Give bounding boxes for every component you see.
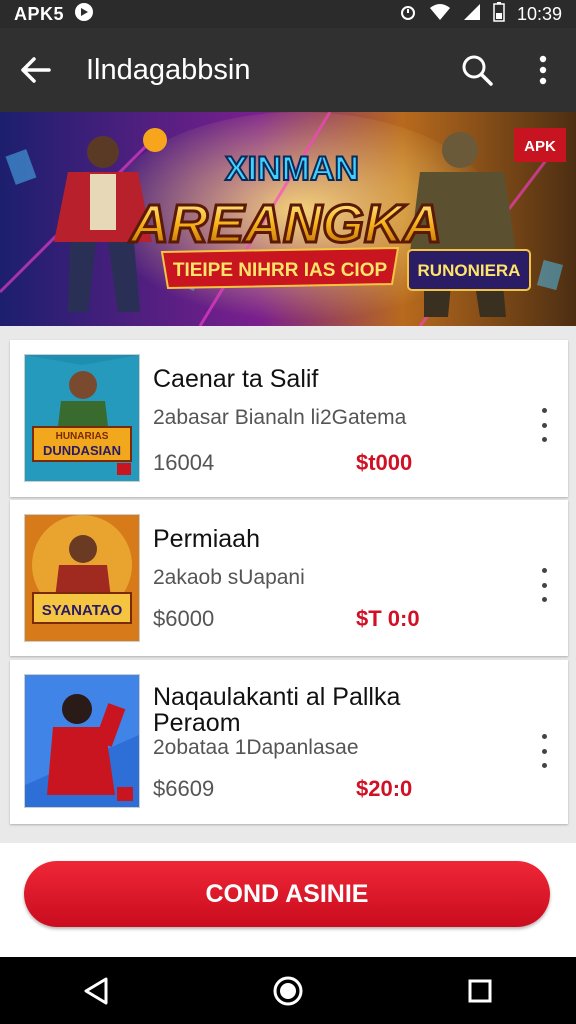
item-subtitle: 2akaob sUapani (153, 566, 305, 589)
item-thumbnail: HUNARIAS DUNDASIAN (24, 354, 140, 482)
promo-banner[interactable]: APK XINMAN AREANGKA TIEIPE NIHRR IAS CIO… (0, 112, 576, 326)
signal-icon (463, 3, 481, 26)
banner-ribbon: TIEIPE NIHRR IAS CIOP (173, 260, 388, 281)
banner-headline-top: XINMAN (225, 150, 359, 188)
item-price: $6609 (153, 776, 215, 801)
notification-icon (74, 2, 94, 27)
status-time: 10:39 (516, 3, 562, 24)
svg-text:SYANATAO: SYANATAO (42, 602, 123, 619)
triangle-back-icon (84, 977, 108, 1004)
item-title: Caenar ta Salif (153, 365, 319, 393)
svg-text:DUNDASIAN: DUNDASIAN (43, 443, 121, 458)
back-button[interactable] (0, 28, 72, 112)
item-sale-price: $t000 (356, 450, 413, 475)
item-price: $6000 (153, 606, 215, 631)
more-vertical-icon (541, 408, 547, 413)
square-recents-icon (468, 979, 492, 1002)
alarm-icon (399, 3, 417, 26)
arrow-left-icon (21, 57, 51, 83)
circle-home-icon (273, 976, 303, 1005)
item-thumbnail (24, 674, 140, 808)
app-bar: Ilndagabbsin (0, 28, 576, 112)
item-title: Permiaah (153, 525, 260, 553)
primary-cta-button[interactable]: COND ASINIE (24, 861, 550, 927)
system-nav-bar (0, 957, 576, 1024)
nav-home-button[interactable] (258, 961, 318, 1021)
item-subtitle: 2abasar Bianaln li2Gatema (153, 406, 407, 429)
wifi-icon (429, 3, 451, 26)
banner-tag: APK (524, 138, 556, 155)
list-item[interactable]: SYANATAO Permiaah 2akaob sUapani $6000 $… (10, 500, 568, 656)
banner-headline-main: AREANGKA (128, 194, 442, 254)
page-title: Ilndagabbsin (86, 53, 251, 86)
item-more-button[interactable] (534, 734, 554, 768)
list-item[interactable]: Naqaulakanti al Pallka Peraom 2obataa 1D… (10, 660, 568, 824)
item-subtitle: 2obataa 1Dapanlasae (153, 736, 359, 759)
item-sale-price: $T 0:0 (356, 606, 420, 631)
item-price: 16004 (153, 450, 215, 475)
nav-recents-button[interactable] (450, 961, 510, 1021)
item-title: Naqaulakanti al Pallka Peraom (153, 683, 401, 737)
item-thumbnail: SYANATAO (24, 514, 140, 642)
search-icon (462, 55, 493, 86)
more-vertical-icon (541, 734, 547, 739)
item-sale-price: $20:0 (356, 776, 413, 801)
more-vertical-icon (539, 55, 547, 85)
more-vertical-icon (541, 568, 547, 573)
status-bar: APK5 10:39 (0, 0, 576, 28)
status-app-label: APK5 (14, 3, 65, 24)
list-item[interactable]: HUNARIAS DUNDASIAN Caenar ta Salif 2abas… (10, 340, 568, 497)
nav-back-button[interactable] (66, 961, 126, 1021)
item-more-button[interactable] (534, 568, 554, 602)
item-more-button[interactable] (534, 408, 554, 442)
overflow-menu-button[interactable] (510, 28, 576, 112)
svg-text:HUNARIAS: HUNARIAS (56, 431, 109, 442)
banner-badge: RUNONIERA (418, 261, 521, 280)
battery-icon (493, 1, 505, 27)
search-button[interactable] (444, 28, 510, 112)
